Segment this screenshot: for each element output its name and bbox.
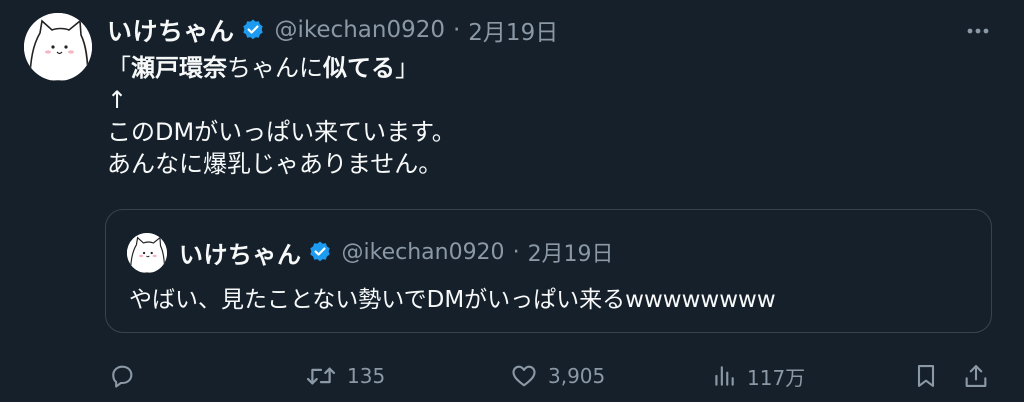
reply-icon xyxy=(112,365,133,388)
like-count: 3,905 xyxy=(548,364,606,388)
more-icon[interactable] xyxy=(962,18,998,44)
avatar[interactable] xyxy=(24,13,92,81)
tweet-text-line-1: 「瀬戸環奈ちゃんに似てる」 xyxy=(107,52,456,84)
quoted-text: やばい、見たことない勢いでDMがいっぱい来るwwwwwwww xyxy=(129,287,776,313)
like-icon xyxy=(512,365,536,387)
text-mid: ちゃんに xyxy=(227,54,323,82)
text-open-bracket: 「 xyxy=(107,54,131,82)
cat-avatar-icon xyxy=(24,13,92,81)
separator-dot: · xyxy=(512,239,520,265)
reply-button[interactable] xyxy=(108,354,136,398)
author-handle[interactable]: @ikechan0920 xyxy=(275,17,445,43)
verified-badge-icon[interactable] xyxy=(241,18,265,42)
tweet-text: 「瀬戸環奈ちゃんに似てる」 ↑ このDMがいっぱい来ています。 あんなに爆乳じゃ… xyxy=(107,52,456,180)
cat-avatar-icon xyxy=(127,233,167,273)
retweet-count: 135 xyxy=(347,364,386,388)
views-button[interactable]: 117万 xyxy=(711,354,805,398)
tweet-date[interactable]: 2月19日 xyxy=(468,13,558,47)
text-bold-similar: 似てる xyxy=(323,54,395,82)
text-close-bracket: 」 xyxy=(395,54,419,82)
tweet-text-line-4: あんなに爆乳じゃありません。 xyxy=(107,150,443,178)
retweet-icon xyxy=(306,367,336,385)
text-bold-name: 瀬戸環奈 xyxy=(131,54,227,82)
like-button[interactable]: 3,905 xyxy=(510,354,605,398)
views-icon xyxy=(715,366,734,386)
views-count: 117万 xyxy=(747,365,806,390)
tweet-text-line-2: ↑ xyxy=(107,86,128,114)
quoted-tweet[interactable]: いけちゃん @ikechan0920 · 2月19日 やばい、見たことない勢いで… xyxy=(105,209,992,333)
share-icon xyxy=(965,365,987,387)
bookmark-icon xyxy=(917,365,935,387)
author-display-name[interactable]: いけちゃん xyxy=(107,12,235,48)
quoted-date: 2月19日 xyxy=(527,242,614,267)
quoted-display-name: いけちゃん xyxy=(179,240,302,269)
tweet-text-line-3: このDMがいっぱい来ています。 xyxy=(107,118,456,146)
quoted-header: いけちゃん @ikechan0920 · 2月19日 xyxy=(179,234,614,270)
quoted-avatar[interactable] xyxy=(127,233,167,273)
bookmark-button[interactable] xyxy=(912,354,940,398)
separator-dot: · xyxy=(452,17,461,43)
tweet-header: いけちゃん @ikechan0920 · 2月19日 xyxy=(107,12,558,48)
quoted-handle: @ikechan0920 xyxy=(341,239,505,265)
tweet[interactable]: いけちゃん @ikechan0920 · 2月19日 「瀬戸環奈ちゃんに似てる」… xyxy=(0,0,1024,402)
retweet-button[interactable]: 135 xyxy=(305,354,385,398)
verified-badge-icon xyxy=(308,240,332,264)
share-button[interactable] xyxy=(962,354,990,398)
action-bar: 135 3,905 117万 xyxy=(0,354,1024,398)
